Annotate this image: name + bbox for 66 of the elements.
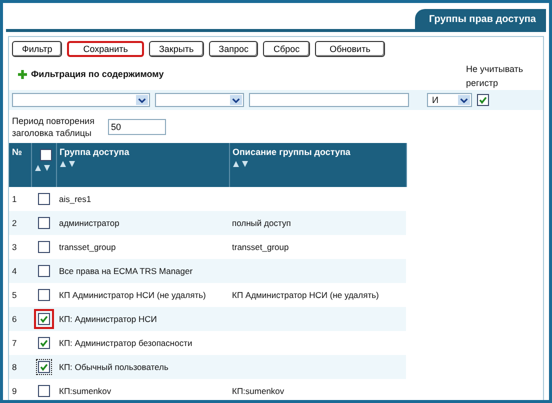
group-name: Все права на ECMA TRS Manager — [59, 266, 193, 276]
row-number: 1 — [12, 194, 17, 204]
group-name: ais_res1 — [59, 194, 92, 204]
toolbar-button[interactable]: Обновить — [314, 41, 386, 57]
select-all-checkbox[interactable] — [40, 149, 52, 161]
group-name: администратор — [59, 218, 120, 228]
row-number: 2 — [12, 218, 17, 228]
check-icon — [39, 314, 49, 324]
row-number: 6 — [12, 314, 17, 324]
filter-input[interactable] — [249, 93, 409, 107]
ignore-case-checkbox[interactable] — [477, 94, 489, 106]
period-input[interactable]: 50 — [108, 119, 166, 135]
group-description: полный доступ — [232, 218, 291, 228]
group-name: КП Администратор НСИ (не удалять) — [59, 290, 206, 300]
row-number: 7 — [12, 338, 17, 348]
row-checkbox[interactable] — [36, 359, 52, 375]
sort-icon[interactable] — [232, 161, 248, 167]
table-row[interactable]: 6 КП: Администратор НСИ — [9, 307, 406, 331]
table-row[interactable]: 9 КП:sumenkov КП:sumenkov — [9, 379, 406, 400]
window-title: Группы прав доступа — [414, 9, 546, 29]
toolbar-button[interactable]: Закрыть — [148, 41, 204, 57]
table-row[interactable]: 2 администратор полный доступ — [9, 211, 406, 235]
operator-select[interactable]: И — [427, 93, 472, 107]
dropdown-icon — [230, 95, 242, 105]
row-number: 4 — [12, 266, 17, 276]
column-header: № — [12, 147, 22, 157]
table-row[interactable]: 1 ais_res1 — [9, 187, 406, 211]
row-checkbox[interactable] — [36, 383, 52, 399]
table-row[interactable]: 8 КП: Обычный пользователь — [9, 355, 406, 379]
row-number: 8 — [12, 362, 17, 372]
row-checkbox[interactable] — [36, 335, 52, 351]
table-row[interactable]: 7 КП: Администратор безопасности — [9, 331, 406, 355]
row-checkbox[interactable] — [36, 215, 52, 231]
toolbar-button[interactable]: Запрос — [208, 41, 258, 57]
table-row[interactable]: 5 КП Администратор НСИ (не удалять) КП Администратор НСИ (не удалять) — [9, 283, 406, 307]
row-number: 9 — [12, 386, 17, 396]
toolbar-button[interactable]: Фильтр — [12, 41, 62, 57]
plus-icon[interactable] — [18, 70, 27, 78]
group-description: КП:sumenkov — [232, 386, 284, 396]
table-row[interactable]: 3 transset_group transset_group — [9, 235, 406, 259]
group-name: КП: Администратор безопасности — [59, 338, 192, 348]
row-checkbox[interactable] — [36, 311, 52, 327]
row-checkbox[interactable] — [36, 263, 52, 279]
dropdown-icon — [136, 95, 148, 105]
sort-icon[interactable] — [60, 161, 76, 167]
group-name: transset_group — [59, 242, 116, 252]
group-description: КП Администратор НСИ (не удалять) — [232, 290, 379, 300]
group-name: КП: Обычный пользователь — [59, 362, 168, 372]
row-number: 3 — [12, 242, 17, 252]
row-number: 5 — [12, 290, 17, 300]
row-checkbox[interactable] — [36, 239, 52, 255]
row-checkbox[interactable] — [36, 287, 52, 303]
case-label: Не учитывать регистр — [466, 63, 524, 90]
toolbar-button[interactable]: Сохранить — [67, 41, 144, 57]
filter-heading: Фильтрация по содержимому — [31, 69, 164, 79]
group-name: КП: Администратор НСИ — [59, 314, 157, 324]
sort-icon[interactable] — [34, 165, 50, 171]
check-icon — [39, 338, 49, 348]
table-row[interactable]: 4 Все права на ECMA TRS Manager — [9, 259, 406, 283]
period-label: Период повторения заголовка таблицы — [12, 115, 96, 139]
check-icon — [39, 362, 49, 372]
toolbar-button[interactable]: Сброс — [263, 41, 310, 57]
row-checkbox[interactable] — [36, 191, 52, 207]
group-description: transset_group — [232, 242, 289, 252]
group-name: КП:sumenkov — [59, 386, 112, 396]
dropdown-icon — [458, 95, 470, 105]
